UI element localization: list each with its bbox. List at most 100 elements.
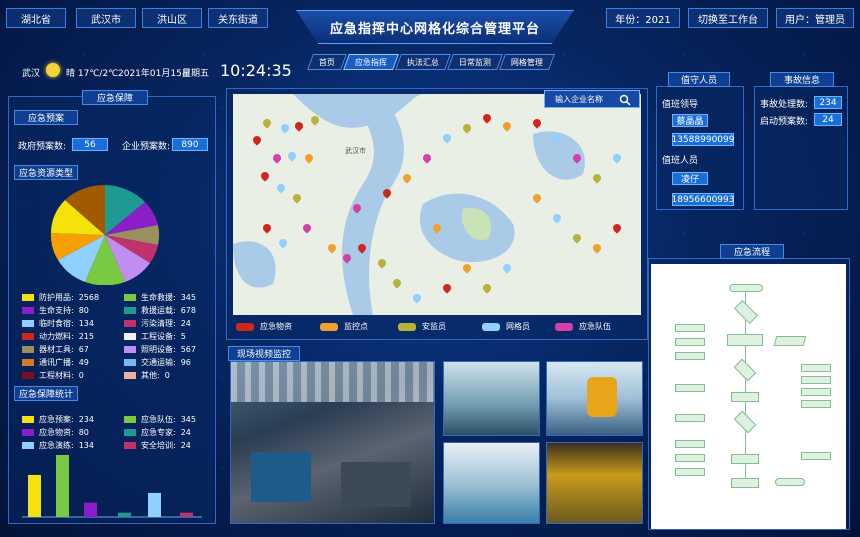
chart-bar — [180, 512, 193, 517]
page-title: 应急指挥中心网格化综合管理平台 — [296, 10, 574, 44]
sun-icon — [46, 63, 60, 77]
legend-item: 应急物资: 80 — [22, 427, 89, 438]
weather-city: 武汉 — [22, 69, 41, 79]
legend-item: 污染清理: 24 — [124, 318, 191, 329]
flow-node — [773, 336, 807, 346]
map-legend-item[interactable]: 监控点 — [320, 321, 368, 332]
map-legend-item[interactable]: 安监员 — [398, 321, 446, 332]
city-selector[interactable]: 武汉市 — [76, 8, 136, 28]
flow-connector — [745, 430, 746, 454]
chart-bar — [118, 512, 131, 517]
flow-node — [801, 388, 831, 396]
flow-node — [801, 452, 831, 460]
staff-phone[interactable]: 18956600993 — [672, 193, 735, 206]
chart-bar — [148, 492, 161, 517]
video-feed-main[interactable] — [230, 361, 435, 524]
flow-node — [731, 478, 759, 488]
legend-item: 应急预案: 234 — [22, 414, 94, 425]
map-place-label: 武汉市 — [345, 147, 366, 155]
chart-bar — [28, 474, 41, 517]
flow-connector — [745, 346, 746, 362]
search-icon[interactable] — [619, 94, 631, 106]
map-legend-item[interactable]: 应急队伍 — [555, 321, 611, 332]
flow-node — [675, 454, 705, 462]
main-nav: 首页 应急指挥 执法汇总 日常监测 网格管理 — [307, 54, 555, 70]
legend-item: 生命支持: 80 — [22, 305, 89, 316]
leader-name: 蔡晶晶 — [672, 114, 708, 127]
flow-connector — [745, 464, 746, 478]
street-selector[interactable]: 关东街道 — [208, 8, 268, 28]
tab-grid-management[interactable]: 网格管理 — [499, 54, 555, 70]
flow-node — [733, 299, 759, 325]
flow-node — [675, 352, 705, 360]
video-feed-5[interactable] — [546, 442, 643, 524]
legend-item: 动力燃料: 215 — [22, 331, 94, 342]
search-placeholder: 输入企业名称 — [555, 94, 603, 104]
gov-plan-label: 政府预案数: — [18, 142, 67, 152]
video-feed-3[interactable] — [546, 361, 643, 436]
plan-header: 应急预案 — [14, 110, 78, 125]
flow-node — [675, 440, 705, 448]
plans-label: 启动预案数: — [760, 117, 809, 127]
legend-item: 其他: 0 — [124, 370, 170, 381]
flowchart[interactable] — [651, 264, 846, 529]
chart-bar — [56, 455, 69, 517]
leader-label: 值班领导 — [662, 100, 699, 110]
user-menu[interactable]: 用户：管理员 — [776, 8, 854, 28]
clock: 10:24:35 — [220, 61, 292, 80]
tab-home[interactable]: 首页 — [307, 54, 347, 70]
legend-item: 安全培训: 24 — [124, 440, 191, 451]
weather-desc: 晴 17℃/2℃ — [66, 69, 119, 79]
plans-value: 24 — [814, 113, 842, 126]
legend-item: 临时食宿: 134 — [22, 318, 94, 329]
resource-pie-chart — [50, 185, 160, 285]
district-selector[interactable]: 洪山区 — [142, 8, 202, 28]
legend-item: 应急队伍: 345 — [124, 414, 196, 425]
video-feed-2[interactable] — [443, 361, 540, 436]
legend-item: 器材工具: 67 — [22, 344, 89, 355]
province-selector[interactable]: 湖北省 — [6, 8, 66, 28]
map-legend-item[interactable]: 网格员 — [482, 321, 530, 332]
chart-bar — [84, 502, 97, 517]
weather-weekday: 星期五 — [182, 69, 210, 79]
handled-value: 234 — [814, 96, 842, 109]
flow-node — [727, 334, 763, 346]
legend-item: 应急专家: 24 — [124, 427, 191, 438]
duty-header: 值守人员 — [668, 72, 730, 87]
legend-item: 照明设备: 567 — [124, 344, 196, 355]
flow-header: 应急流程 — [720, 244, 784, 259]
enterprise-search-input[interactable]: 输入企业名称 — [544, 90, 640, 108]
map-view[interactable]: 武汉市 — [233, 94, 641, 315]
flow-node — [729, 284, 763, 292]
tab-enforcement-summary[interactable]: 执法汇总 — [395, 54, 451, 70]
stats-bar-chart — [22, 455, 202, 518]
switch-workbench-button[interactable]: 切换至工作台 — [688, 8, 768, 28]
tab-daily-monitoring[interactable]: 日常监测 — [447, 54, 503, 70]
flow-connector — [745, 378, 746, 392]
map-legend-item[interactable]: 应急物资 — [236, 321, 292, 332]
gov-plan-value: 56 — [72, 138, 108, 151]
video-header: 现场视频监控 — [228, 346, 300, 361]
flow-node — [675, 468, 705, 476]
flow-connector — [745, 320, 746, 334]
handled-label: 事故处理数: — [760, 100, 809, 110]
staff-name: 凌仔 — [672, 172, 708, 185]
legend-item: 通讯广播: 49 — [22, 357, 89, 368]
stats-header: 应急保障统计 — [14, 386, 78, 401]
flow-node — [675, 338, 705, 346]
flow-node — [675, 414, 705, 422]
flow-node — [731, 454, 759, 464]
tab-emergency-command[interactable]: 应急指挥 — [343, 54, 399, 70]
flow-node — [675, 384, 705, 392]
flow-node — [731, 392, 759, 402]
leader-phone[interactable]: 13588990099 — [672, 133, 735, 146]
resource-type-header: 应急资源类型 — [14, 165, 78, 180]
staff-label: 值班人员 — [662, 156, 699, 166]
year-selector[interactable]: 年份：2021 — [606, 8, 680, 28]
video-feed-4[interactable] — [443, 442, 540, 524]
legend-item: 救援运载: 678 — [124, 305, 196, 316]
lake-shape — [233, 241, 276, 288]
ent-plan-label: 企业预案数: — [122, 142, 171, 152]
flow-node — [801, 400, 831, 408]
flow-node — [801, 364, 831, 372]
